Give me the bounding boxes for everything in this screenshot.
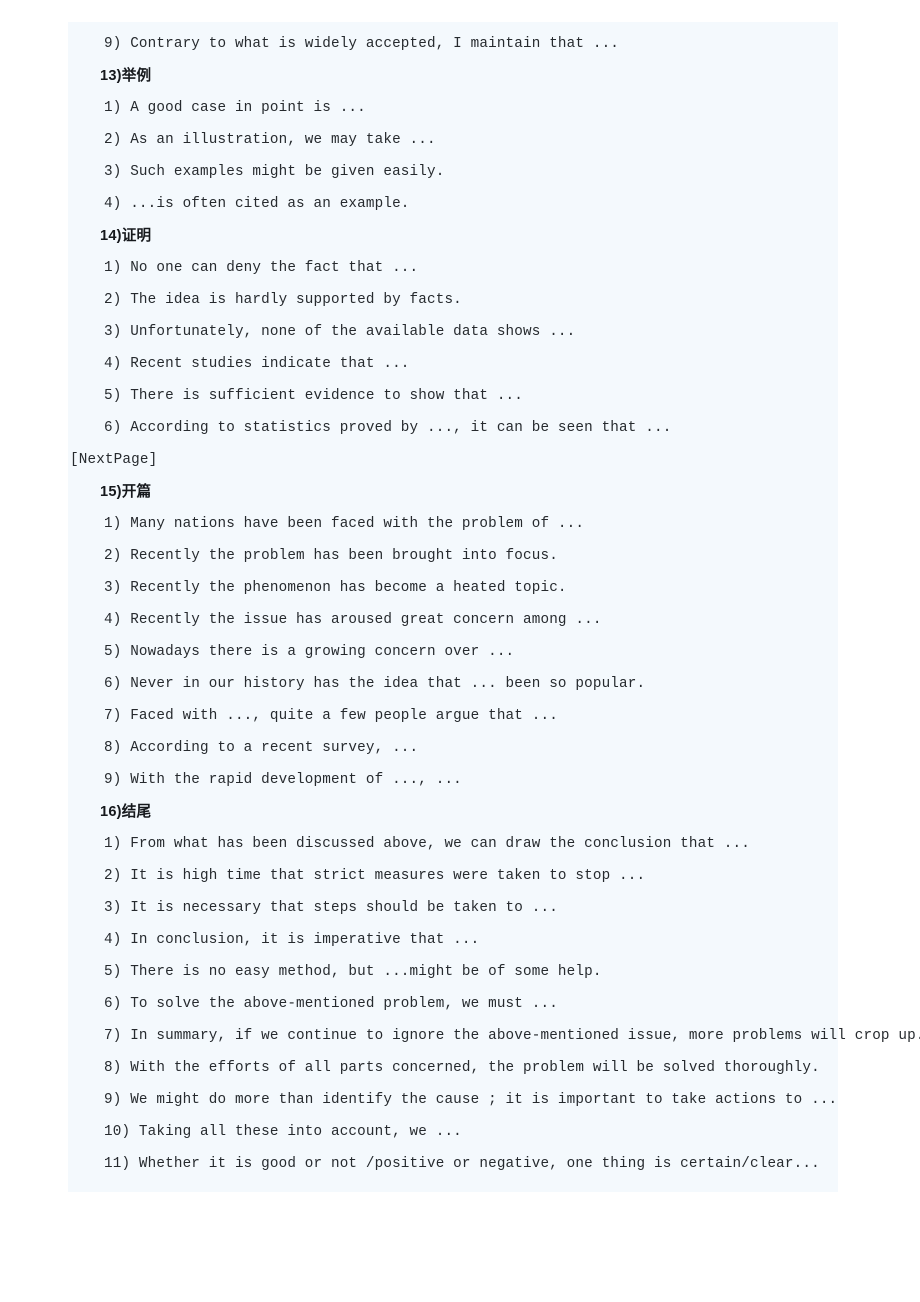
list-item: 11) Whether it is good or not /positive … — [104, 1156, 820, 1172]
list-item: 3) Such examples might be given easily. — [104, 164, 445, 180]
list-item: 2) The idea is hardly supported by facts… — [104, 292, 462, 308]
list-item: 3) It is necessary that steps should be … — [104, 900, 558, 916]
list-item: 6) Never in our history has the idea tha… — [104, 676, 646, 692]
next-page-marker: [NextPage] — [70, 452, 158, 468]
list-item: 10) Taking all these into account, we ..… — [104, 1124, 462, 1140]
section-heading: 13)举例 — [100, 68, 152, 84]
document-content-panel: 9) Contrary to what is widely accepted, … — [68, 22, 920, 1192]
list-item: 9) We might do more than identify the ca… — [104, 1092, 838, 1108]
list-item: 4) In conclusion, it is imperative that … — [104, 932, 480, 948]
list-item: 7) In summary, if we continue to ignore … — [104, 1028, 920, 1044]
list-item: 9) With the rapid development of ..., ..… — [104, 772, 462, 788]
section-heading: 15)开篇 — [100, 484, 152, 500]
list-item: 4) ...is often cited as an example. — [104, 196, 410, 212]
list-item: 6) According to statistics proved by ...… — [104, 420, 672, 436]
list-item: 7) Faced with ..., quite a few people ar… — [104, 708, 558, 724]
list-item: 5) There is no easy method, but ...might… — [104, 964, 602, 980]
list-item: 8) According to a recent survey, ... — [104, 740, 419, 756]
list-item: 1) A good case in point is ... — [104, 100, 366, 116]
list-item: 1) Many nations have been faced with the… — [104, 516, 585, 532]
list-item: 5) There is sufficient evidence to show … — [104, 388, 524, 404]
document-body: 9) Contrary to what is widely accepted, … — [68, 22, 920, 1180]
section-heading: 14)证明 — [100, 228, 152, 244]
list-item: 5) Nowadays there is a growing concern o… — [104, 644, 515, 660]
list-item: 4) Recent studies indicate that ... — [104, 356, 410, 372]
section-heading: 16)结尾 — [100, 804, 152, 820]
list-item: 2) It is high time that strict measures … — [104, 868, 646, 884]
list-item: 1) From what has been discussed above, w… — [104, 836, 750, 852]
list-item: 2) As an illustration, we may take ... — [104, 132, 436, 148]
list-item: 2) Recently the problem has been brought… — [104, 548, 558, 564]
list-item: 3) Unfortunately, none of the available … — [104, 324, 576, 340]
list-item: 9) Contrary to what is widely accepted, … — [104, 36, 620, 52]
list-item: 4) Recently the issue has aroused great … — [104, 612, 602, 628]
list-item: 1) No one can deny the fact that ... — [104, 260, 419, 276]
list-item: 3) Recently the phenomenon has become a … — [104, 580, 567, 596]
list-item: 6) To solve the above-mentioned problem,… — [104, 996, 558, 1012]
list-item: 8) With the efforts of all parts concern… — [104, 1060, 820, 1076]
